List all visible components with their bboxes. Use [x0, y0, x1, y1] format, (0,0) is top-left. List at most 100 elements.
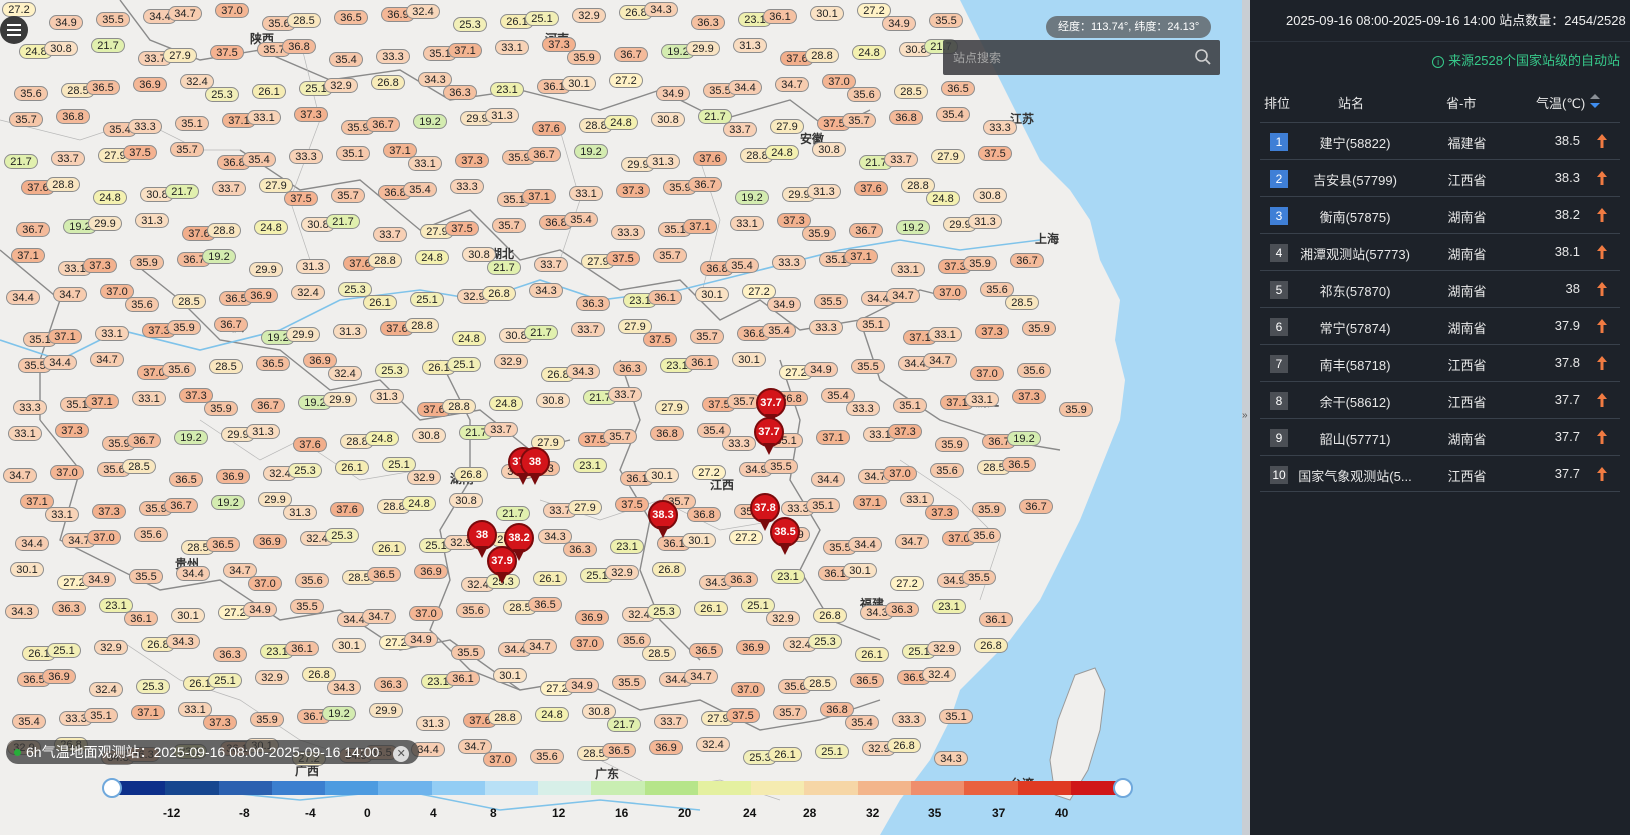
station-value-label[interactable]: 30.8: [651, 112, 685, 127]
station-value-label[interactable]: 36.9: [244, 288, 278, 303]
station-value-label[interactable]: 29.9: [323, 392, 357, 407]
station-value-label[interactable]: 36.5: [602, 743, 636, 758]
station-value-label[interactable]: 30.8: [973, 188, 1007, 203]
station-value-label[interactable]: 36.3: [213, 647, 247, 662]
station-value-label[interactable]: 37.1: [11, 248, 45, 263]
station-value-label[interactable]: 35.9: [1022, 321, 1056, 336]
panel-collapse-handle[interactable]: »: [1242, 0, 1250, 835]
station-value-label[interactable]: 36.9: [736, 640, 770, 655]
station-value-label[interactable]: 35.9: [972, 502, 1006, 517]
ranking-row[interactable]: 3 衡南(57875) 湖南省 38.2: [1260, 196, 1620, 233]
station-value-label[interactable]: 27.9: [770, 119, 804, 134]
station-value-label[interactable]: 31.3: [296, 259, 330, 274]
station-value-label[interactable]: 37.0: [933, 285, 967, 300]
station-value-label[interactable]: 37.1: [131, 705, 165, 720]
station-value-label[interactable]: 37.0: [731, 682, 765, 697]
station-value-label[interactable]: 30.1: [695, 287, 729, 302]
station-value-label[interactable]: 28.5: [172, 294, 206, 309]
station-value-label[interactable]: 23.1: [771, 569, 805, 584]
station-value-label[interactable]: 26.1: [768, 747, 802, 762]
station-value-label[interactable]: 24.8: [765, 145, 799, 160]
sort-icon[interactable]: [1590, 94, 1600, 108]
station-value-label[interactable]: 34.7: [684, 669, 718, 684]
station-value-label[interactable]: 36.5: [86, 80, 120, 95]
station-value-label[interactable]: 32.9: [94, 640, 128, 655]
station-value-label[interactable]: 34.7: [90, 352, 124, 367]
station-value-label[interactable]: 36.7: [1019, 499, 1053, 514]
station-value-label[interactable]: 35.1: [84, 708, 118, 723]
station-value-label[interactable]: 33.7: [51, 151, 85, 166]
station-value-label[interactable]: 25.1: [447, 357, 481, 372]
station-value-label[interactable]: 33.1: [132, 391, 166, 406]
station-value-label[interactable]: 37.6: [854, 181, 888, 196]
station-value-label[interactable]: 36.3: [52, 601, 86, 616]
station-value-label[interactable]: 36.1: [648, 290, 682, 305]
station-value-label[interactable]: 30.1: [682, 533, 716, 548]
station-value-label[interactable]: 35.4: [564, 212, 598, 227]
station-value-label[interactable]: 36.3: [563, 542, 597, 557]
ranking-row[interactable]: 8 余干(58612) 江西省 37.7: [1260, 381, 1620, 418]
station-value-label[interactable]: 35.6: [295, 573, 329, 588]
station-value-label[interactable]: 19.2: [574, 144, 608, 159]
station-value-label[interactable]: 35.6: [530, 749, 564, 764]
station-value-label[interactable]: 34.3: [327, 680, 361, 695]
station-value-label[interactable]: 35.4: [242, 152, 276, 167]
station-value-label[interactable]: 35.7: [170, 142, 204, 157]
station-value-label[interactable]: 30.1: [493, 668, 527, 683]
station-value-label[interactable]: 37.5: [445, 221, 479, 236]
station-value-label[interactable]: 35.4: [12, 714, 46, 729]
station-value-label[interactable]: 35.6: [14, 86, 48, 101]
station-value-label[interactable]: 37.3: [294, 107, 328, 122]
station-value-label[interactable]: 31.3: [968, 214, 1002, 229]
station-value-label[interactable]: 34.9: [656, 86, 690, 101]
station-value-label[interactable]: 25.3: [205, 87, 239, 102]
station-value-label[interactable]: 36.9: [216, 469, 250, 484]
station-value-label[interactable]: 36.7: [849, 223, 883, 238]
station-value-label[interactable]: 37.1: [448, 43, 482, 58]
station-value-label[interactable]: 27.2: [609, 73, 643, 88]
station-value-label[interactable]: 36.8: [650, 426, 684, 441]
station-value-label[interactable]: 26.1: [363, 295, 397, 310]
station-value-label[interactable]: 36.5: [206, 537, 240, 552]
search-icon[interactable]: [1194, 48, 1212, 66]
station-value-label[interactable]: 33.3: [128, 119, 162, 134]
station-value-label[interactable]: 35.1: [175, 116, 209, 131]
station-value-label[interactable]: 25.3: [288, 463, 322, 478]
station-value-label[interactable]: 25.3: [453, 17, 487, 32]
station-value-label[interactable]: 37.1: [48, 329, 82, 344]
station-value-label[interactable]: 35.4: [845, 715, 879, 730]
station-value-label[interactable]: 27.9: [655, 400, 689, 415]
station-value-label[interactable]: 30.8: [44, 41, 78, 56]
station-value-label[interactable]: 37.5: [123, 145, 157, 160]
station-value-label[interactable]: 28.5: [894, 84, 928, 99]
station-value-label[interactable]: 33.1: [569, 186, 603, 201]
station-value-label[interactable]: 32.4: [406, 4, 440, 19]
station-value-label[interactable]: 28.5: [287, 13, 321, 28]
station-value-label[interactable]: 36.1: [979, 612, 1013, 627]
station-value-label[interactable]: 34.7: [923, 353, 957, 368]
ranking-row[interactable]: 9 韶山(57771) 湖南省 37.7: [1260, 418, 1620, 455]
station-value-label[interactable]: 35.4: [936, 107, 970, 122]
station-value-label[interactable]: 33.1: [891, 262, 925, 277]
station-value-label[interactable]: 28.8: [488, 710, 522, 725]
station-value-label[interactable]: 25.3: [325, 528, 359, 543]
station-value-label[interactable]: 37.3: [975, 324, 1009, 339]
station-value-label[interactable]: 35.6: [1017, 363, 1051, 378]
station-value-label[interactable]: 24.8: [415, 250, 449, 265]
ranking-row[interactable]: 4 湘潭观测站(57773) 湖南省 38.1: [1260, 233, 1620, 270]
station-value-label[interactable]: 34.4: [811, 472, 845, 487]
station-value-label[interactable]: 36.7: [16, 222, 50, 237]
station-value-label[interactable]: 30.1: [645, 468, 679, 483]
station-value-label[interactable]: 25.1: [525, 11, 559, 26]
station-value-label[interactable]: 30.1: [10, 562, 44, 577]
station-value-label[interactable]: 21.7: [496, 506, 530, 521]
station-value-label[interactable]: 33.3: [376, 49, 410, 64]
station-value-label[interactable]: 25.1: [815, 744, 849, 759]
station-value-label[interactable]: 34.4: [728, 80, 762, 95]
station-value-label[interactable]: 37.3: [92, 504, 126, 519]
station-value-label[interactable]: 36.7: [527, 147, 561, 162]
station-value-label[interactable]: 33.1: [8, 426, 42, 441]
station-value-label[interactable]: 37.5: [606, 251, 640, 266]
station-value-label[interactable]: 36.5: [256, 356, 290, 371]
station-value-label[interactable]: 35.1: [806, 498, 840, 513]
